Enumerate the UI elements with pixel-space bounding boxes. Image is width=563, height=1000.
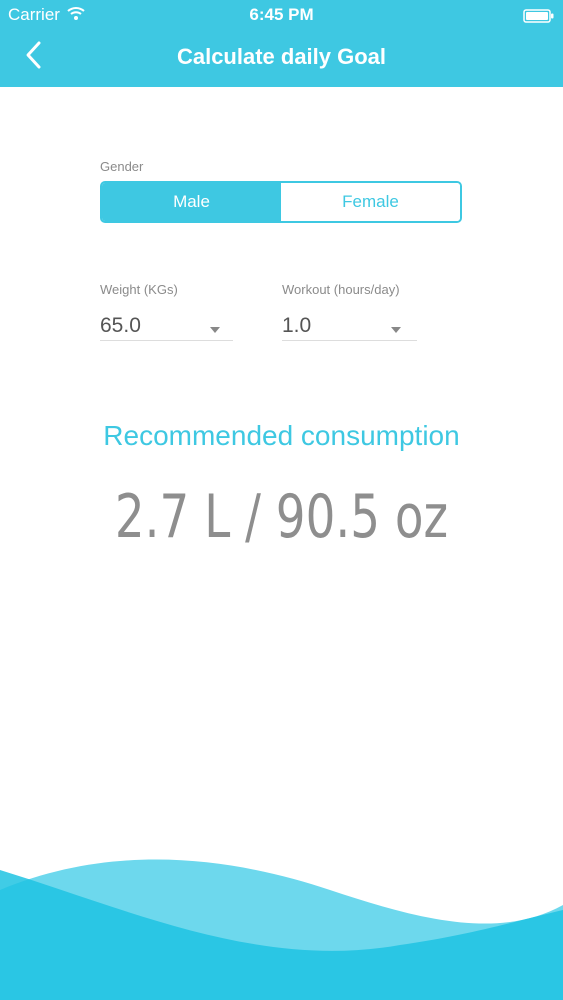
workout-label: Workout (hours/day) (282, 282, 400, 297)
workout-value: 1.0 (282, 314, 312, 337)
recommended-title: Recommended consumption (103, 420, 460, 451)
wave-decoration (0, 859, 563, 1000)
status-time: 6:45 PM (249, 5, 314, 24)
dropdown-arrow-icon (210, 320, 220, 338)
weight-dropdown[interactable]: 65.0 (100, 308, 233, 341)
weight-label: Weight (KGs) (100, 282, 178, 297)
recommended-value: 2.7 L / 90.5 oz (114, 482, 449, 552)
battery-icon (523, 8, 555, 28)
workout-dropdown[interactable]: 1.0 (282, 308, 417, 341)
gender-male-option[interactable]: Male (102, 183, 281, 221)
gender-female-option[interactable]: Female (281, 183, 460, 221)
dropdown-arrow-icon (391, 320, 401, 338)
gender-toggle: Male Female (100, 181, 462, 223)
app-header: Carrier 6:45 PM Calculate daily Goal (0, 0, 563, 87)
weight-value: 65.0 (100, 314, 141, 337)
status-bar: Carrier 6:45 PM (0, 0, 563, 30)
gender-label: Gender (100, 159, 144, 174)
page-title: Calculate daily Goal (176, 44, 387, 69)
